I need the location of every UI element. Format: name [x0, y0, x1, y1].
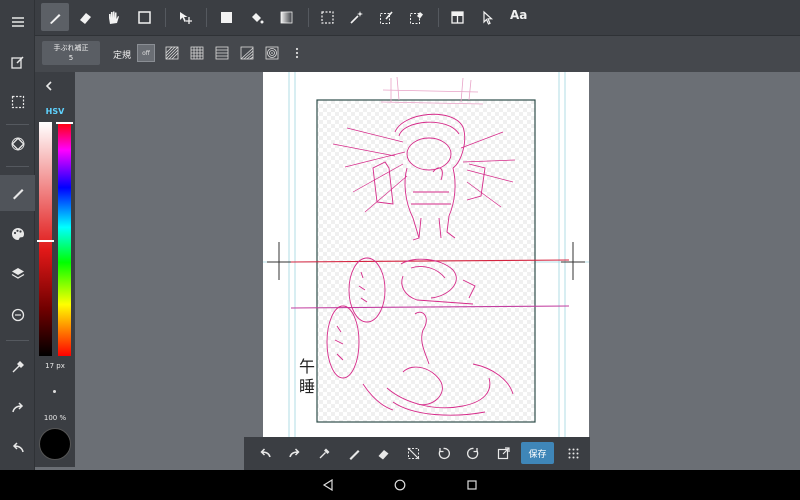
left-sidebar — [0, 0, 35, 470]
top-toolbar: Aa — [35, 0, 800, 36]
hue-slider[interactable] — [58, 122, 71, 356]
collapse-panel-icon[interactable] — [35, 72, 63, 100]
ruler-off-label: off — [142, 49, 150, 57]
current-color-swatch[interactable] — [39, 428, 71, 460]
undo-icon[interactable] — [252, 440, 278, 466]
export-icon[interactable] — [490, 440, 516, 466]
undo-icon[interactable] — [0, 430, 35, 466]
redo-icon[interactable] — [281, 440, 307, 466]
saturation-value-handle[interactable] — [37, 240, 54, 242]
toolbar-divider — [165, 8, 166, 27]
hue-handle[interactable] — [56, 122, 73, 124]
eyedropper-icon[interactable] — [311, 440, 337, 466]
toolbar-divider — [438, 8, 439, 27]
select-pen-icon[interactable] — [372, 3, 400, 31]
android-nav-bar — [0, 470, 800, 500]
sidebar-divider — [6, 166, 29, 167]
stabilizer-label: 手ぶれ補正 — [53, 44, 89, 52]
sidebar-divider — [6, 124, 29, 125]
brush-size-preview[interactable] — [53, 390, 56, 393]
layers-icon[interactable] — [0, 256, 35, 292]
stabilizer-button[interactable]: 手ぶれ補正 5 — [42, 41, 100, 65]
brush-size-label: 17 px — [45, 362, 65, 370]
app-root: Aa 手ぶれ補正 5 定規 off 午 睡 HSV 17 px 100 % 保存 — [0, 0, 800, 500]
brush-panel-icon[interactable] — [0, 175, 35, 211]
save-button[interactable]: 保存 — [521, 442, 554, 464]
select-tool-icon[interactable] — [313, 3, 341, 31]
rotate-right-icon[interactable] — [460, 440, 486, 466]
grid-ruler-icon[interactable] — [188, 44, 206, 62]
more-options-icon[interactable] — [288, 44, 306, 62]
perspective-ruler-icon[interactable] — [238, 44, 256, 62]
shape-tool-icon[interactable] — [130, 3, 158, 31]
toolbar-divider — [308, 8, 309, 27]
concentric-ruler-icon[interactable] — [263, 44, 281, 62]
saturation-value-slider[interactable] — [39, 122, 52, 356]
stabilizer-value: 5 — [68, 54, 74, 62]
gradient-tool-icon[interactable] — [272, 3, 300, 31]
ruler-label: 定規 — [113, 51, 132, 61]
ruler-off-button[interactable]: off — [137, 44, 155, 62]
edit-layer-icon[interactable] — [0, 44, 35, 80]
operation-tool-icon[interactable] — [473, 3, 501, 31]
home-icon[interactable] — [392, 477, 408, 493]
canvas-title-line2: 睡 — [299, 377, 315, 396]
move-tool-icon[interactable] — [171, 3, 199, 31]
select-eraser-icon[interactable] — [402, 3, 430, 31]
pen-icon[interactable] — [341, 440, 367, 466]
back-icon[interactable] — [320, 477, 336, 493]
bucket-tool-icon[interactable] — [242, 3, 270, 31]
deselect-icon[interactable] — [400, 440, 426, 466]
eraser-icon[interactable] — [370, 440, 396, 466]
horizontal-ruler-icon[interactable] — [213, 44, 231, 62]
redo-icon[interactable] — [0, 390, 35, 426]
fill-tool-icon[interactable] — [212, 3, 240, 31]
hand-tool-icon[interactable] — [99, 3, 127, 31]
quick-action-bar: 保存 — [244, 437, 590, 470]
hsv-mode-tab[interactable]: HSV — [40, 107, 70, 116]
sub-toolbar: 手ぶれ補正 5 定規 off — [35, 36, 800, 72]
canvas-title-line1: 午 — [299, 357, 315, 376]
pen-tool-icon[interactable] — [41, 3, 69, 31]
parallel-ruler-icon[interactable] — [163, 44, 181, 62]
color-palette-icon[interactable] — [0, 216, 35, 252]
opacity-label: 100 % — [43, 414, 67, 422]
grid-menu-icon[interactable] — [560, 440, 586, 466]
material-icon[interactable] — [0, 297, 35, 333]
sidebar-divider — [6, 340, 29, 341]
recents-icon[interactable] — [464, 477, 480, 493]
drawing-canvas[interactable]: 午 睡 — [253, 72, 599, 470]
canvas-sketch: 午 睡 — [253, 72, 599, 470]
magic-wand-icon[interactable] — [342, 3, 370, 31]
eraser-tool-icon[interactable] — [71, 3, 99, 31]
text-tool-button[interactable]: Aa — [510, 8, 527, 22]
menu-icon[interactable] — [0, 4, 35, 40]
rotate-left-icon[interactable] — [430, 440, 456, 466]
frame-tool-icon[interactable] — [443, 3, 471, 31]
eyedropper-icon[interactable] — [0, 349, 35, 385]
rotate-canvas-icon[interactable] — [0, 126, 35, 162]
selection-icon[interactable] — [0, 84, 35, 120]
toolbar-divider — [206, 8, 207, 27]
